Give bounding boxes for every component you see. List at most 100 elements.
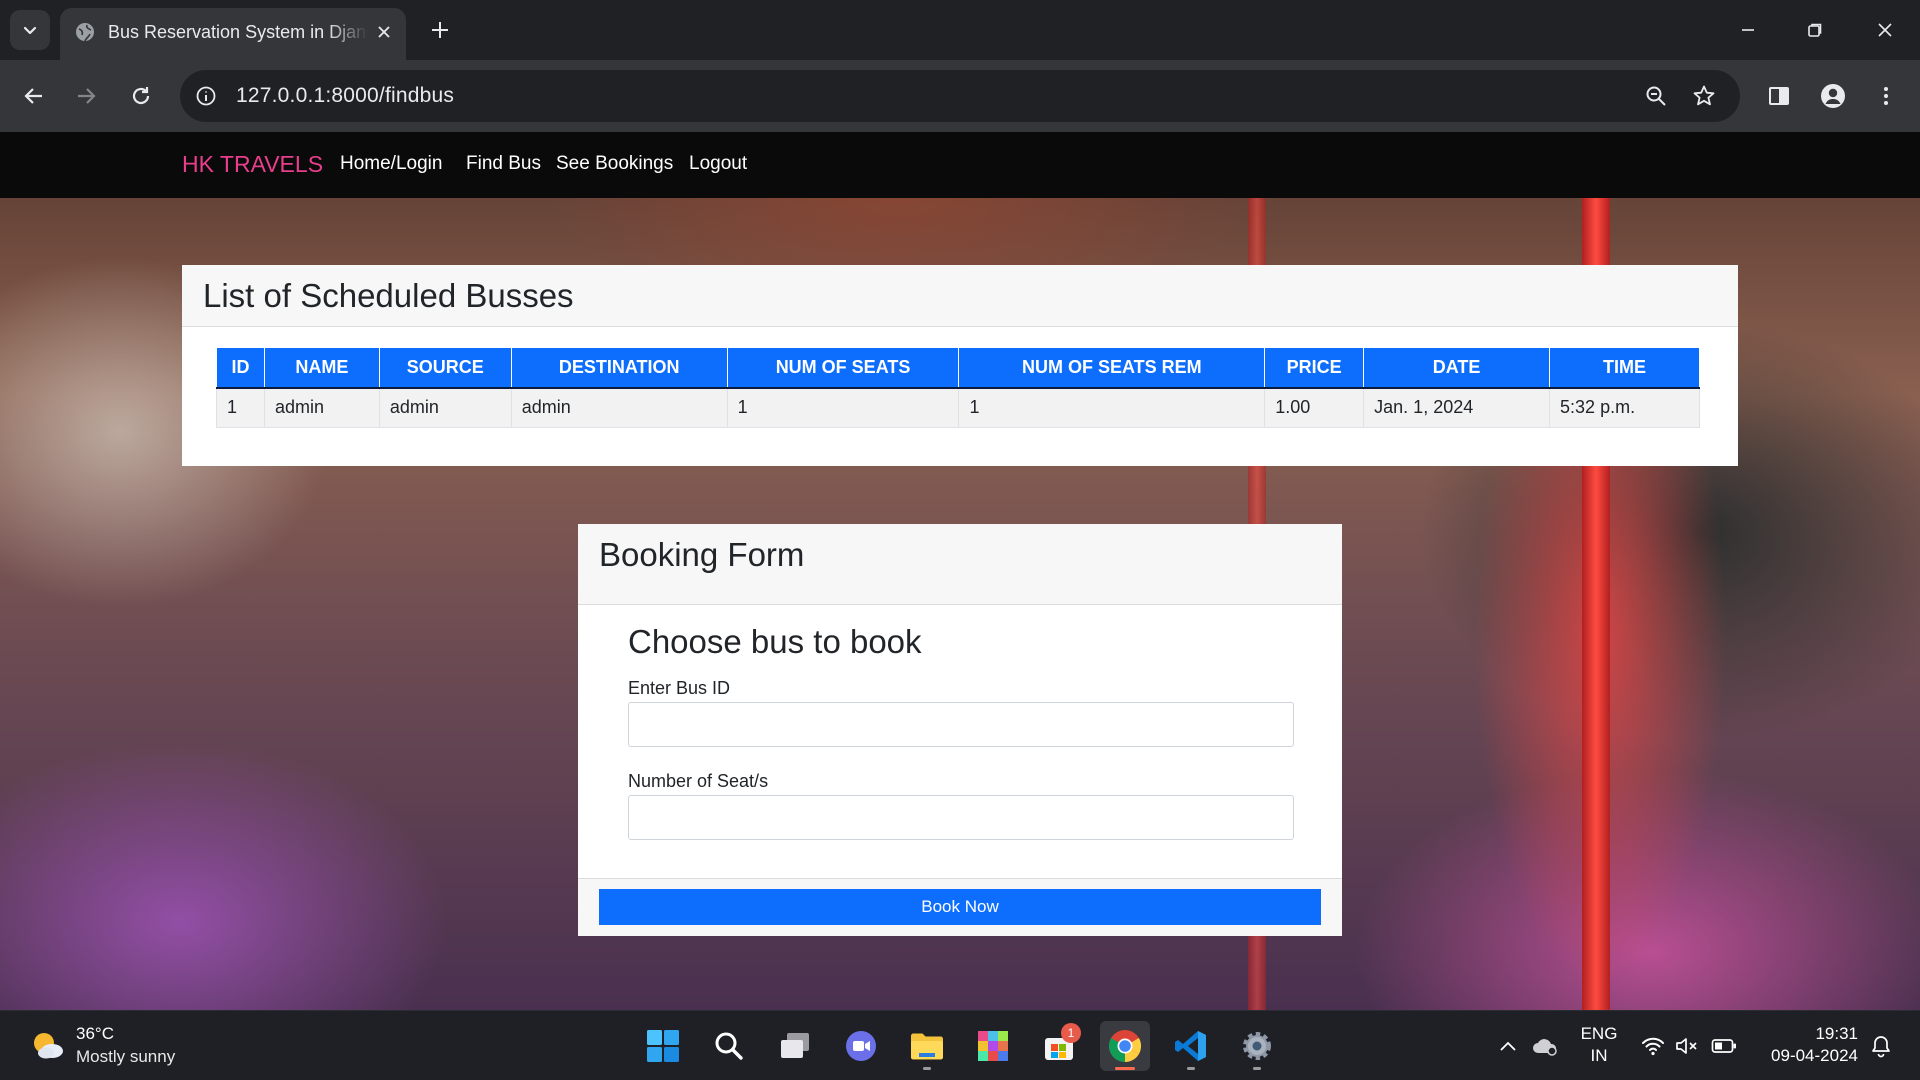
cloud-icon [1533, 1039, 1557, 1056]
bookmark-button[interactable] [1690, 82, 1718, 110]
browser-tabstrip: Bus Reservation System in Django [0, 0, 1920, 60]
brand-logo[interactable]: HK TRAVELS [182, 151, 323, 178]
arrow-right-icon [78, 88, 96, 104]
wifi-button[interactable] [1640, 1031, 1666, 1061]
windows-icon [647, 1030, 679, 1062]
nav-link-find-bus[interactable]: Find Bus [466, 153, 541, 175]
schedule-card-header: List of Scheduled Busses [182, 265, 1738, 327]
column-header-id: ID [216, 347, 265, 389]
cell-num-of-seats-rem: 1 [958, 387, 1266, 428]
bus-id-label: Enter Bus ID [628, 678, 731, 698]
nav-link-home-login[interactable]: Home/Login [340, 153, 442, 175]
clock-date: 09-04-2024 [1771, 1046, 1858, 1065]
windows-taskbar: 36°C Mostly sunny 1 ENG IN 19:31 09-04-2… [0, 1010, 1920, 1080]
language-indicator[interactable]: ENG IN [1574, 1023, 1624, 1067]
booking-card-header: Booking Form [578, 524, 1342, 605]
profile-icon [1821, 84, 1845, 108]
table-header-row: ID NAME SOURCE DESTINATION NUM OF SEATS … [216, 347, 1700, 389]
weather-sunny-icon [34, 1033, 63, 1059]
taskbar-search-button[interactable] [704, 1021, 754, 1071]
column-header-time: TIME [1549, 347, 1700, 389]
running-indicator [923, 1067, 931, 1070]
globe-icon [76, 23, 94, 42]
tab-close-button[interactable] [372, 20, 396, 44]
booking-title: Booking Form [599, 536, 805, 573]
zoom-button[interactable] [1642, 82, 1670, 110]
bus-id-input[interactable] [628, 702, 1294, 747]
volume-button[interactable] [1674, 1031, 1700, 1061]
column-header-name: NAME [263, 347, 380, 389]
weather-widget[interactable]: 36°C Mostly sunny [28, 1023, 248, 1069]
tab-search-button[interactable] [10, 10, 50, 50]
cell-num-of-seats: 1 [726, 387, 960, 428]
chevron-up-icon [1500, 1041, 1516, 1051]
back-button[interactable] [14, 76, 54, 116]
more-vert-icon [1884, 87, 1888, 105]
active-indicator [1115, 1067, 1135, 1070]
file-explorer-button[interactable] [902, 1021, 952, 1071]
notifications-button[interactable] [1866, 1031, 1896, 1061]
reload-button[interactable] [121, 76, 161, 116]
column-header-num-of-seats: NUM OF SEATS [726, 347, 960, 389]
forward-button[interactable] [66, 76, 106, 116]
chrome-icon [1108, 1030, 1142, 1062]
seats-input[interactable] [628, 795, 1294, 840]
colorful-app-icon [978, 1031, 1008, 1061]
menu-button[interactable] [1866, 76, 1906, 116]
arrow-left-icon [24, 88, 42, 104]
url-text[interactable]: 127.0.0.1:8000/findbus [236, 84, 454, 108]
vscode-button[interactable] [1166, 1021, 1216, 1071]
book-now-button[interactable]: Book Now [599, 889, 1321, 925]
profile-button[interactable] [1813, 76, 1853, 116]
browser-tab[interactable]: Bus Reservation System in Django [60, 8, 406, 60]
browser-toolbar: 127.0.0.1:8000/findbus [0, 60, 1920, 132]
nav-link-logout[interactable]: Logout [689, 153, 747, 175]
chat-app-button[interactable] [836, 1021, 886, 1071]
restore-button[interactable] [1790, 10, 1840, 50]
start-button[interactable] [638, 1021, 688, 1071]
side-panel-button[interactable] [1759, 76, 1799, 116]
nav-link-see-bookings[interactable]: See Bookings [556, 153, 673, 175]
volume-muted-icon [1676, 1038, 1697, 1054]
wifi-icon [1642, 1037, 1664, 1056]
column-header-source: SOURCE [378, 347, 512, 389]
settings-button[interactable] [1232, 1021, 1282, 1071]
minimize-button[interactable] [1723, 10, 1773, 50]
language-code: ENG [1580, 1024, 1618, 1043]
background-red-pole [1582, 132, 1610, 1010]
show-hidden-icons-button[interactable] [1496, 1031, 1520, 1061]
address-bar[interactable]: 127.0.0.1:8000/findbus [180, 70, 1740, 122]
minimize-icon [1742, 29, 1754, 31]
choose-bus-heading: Choose bus to book [628, 623, 922, 660]
close-window-button[interactable] [1860, 10, 1910, 50]
onedrive-button[interactable] [1530, 1031, 1560, 1061]
weather-description: Mostly sunny [76, 1047, 176, 1066]
site-info-button[interactable] [192, 82, 220, 110]
cell-id: 1 [216, 387, 265, 428]
column-header-destination: DESTINATION [510, 347, 728, 389]
column-header-date: DATE [1363, 347, 1551, 389]
clock[interactable]: 19:31 09-04-2024 [1746, 1023, 1858, 1067]
chevron-down-icon [23, 26, 37, 35]
cell-date: Jan. 1, 2024 [1363, 387, 1551, 428]
close-icon [378, 26, 390, 38]
column-header-price: PRICE [1264, 347, 1365, 389]
cell-name: admin [263, 387, 380, 428]
pinned-app-button[interactable] [968, 1021, 1018, 1071]
task-view-button[interactable] [770, 1021, 820, 1071]
schedule-card: List of Scheduled Busses ID NAME SOURCE … [182, 265, 1738, 466]
seats-label: Number of Seat/s [628, 771, 769, 791]
star-icon [1693, 85, 1715, 106]
battery-button[interactable] [1710, 1031, 1738, 1061]
microsoft-store-button[interactable]: 1 [1034, 1021, 1084, 1071]
page-viewport: HK TRAVELS Home/Login Find Bus See Booki… [0, 132, 1920, 1010]
cell-time: 5:32 p.m. [1549, 387, 1700, 428]
side-panel-icon [1769, 87, 1789, 105]
new-tab-button[interactable] [424, 14, 456, 46]
booking-form-card: Booking Form Choose bus to book Enter Bu… [578, 524, 1342, 936]
zoom-icon [1646, 86, 1666, 106]
booking-card-footer: Book Now [578, 878, 1342, 936]
vscode-icon [1175, 1031, 1206, 1061]
chrome-button[interactable] [1100, 1021, 1150, 1071]
column-header-num-of-seats-rem: NUM OF SEATS REM [958, 347, 1266, 389]
